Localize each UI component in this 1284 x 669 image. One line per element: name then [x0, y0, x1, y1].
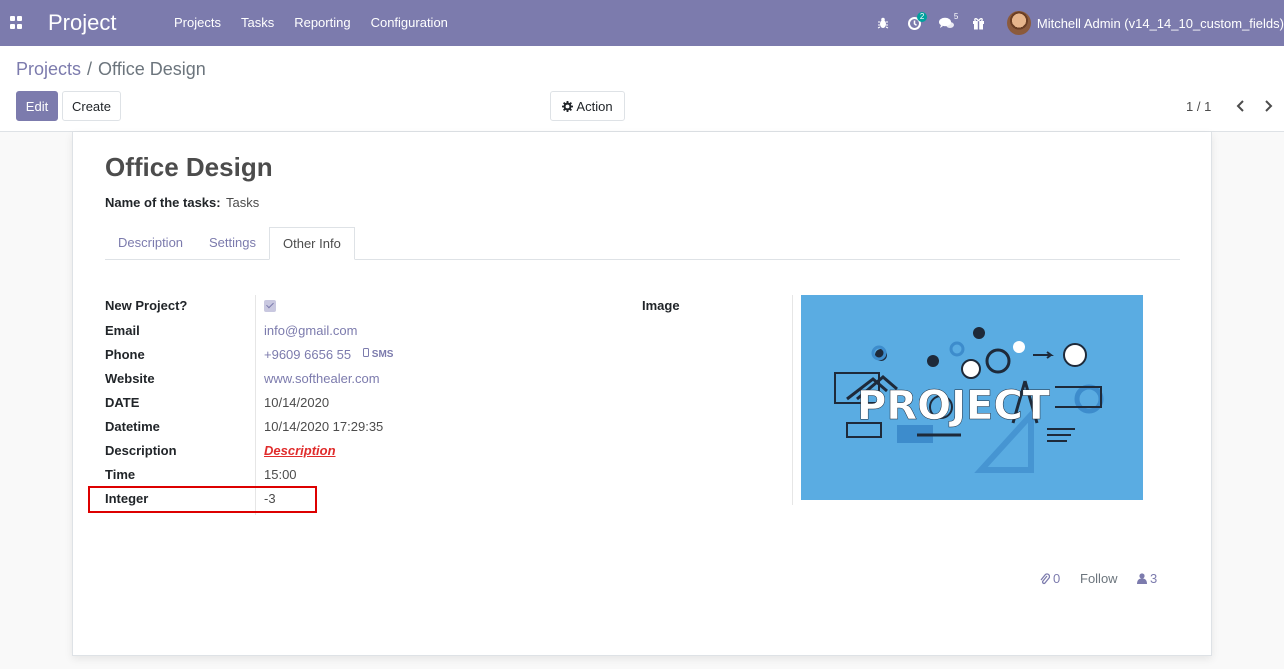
- datetime-label: Datetime: [105, 419, 160, 434]
- website-label: Website: [105, 371, 155, 386]
- edit-button[interactable]: Edit: [16, 91, 58, 121]
- label-value-divider: [255, 295, 256, 515]
- date-label: DATE: [105, 395, 140, 410]
- activity-clock-icon[interactable]: 2: [899, 0, 931, 46]
- top-navbar: Project Projects Tasks Reporting Configu…: [0, 0, 1284, 46]
- paperclip-icon: [1040, 572, 1050, 584]
- notebook-tabs: Description Settings Other Info: [105, 227, 1180, 260]
- datetime-value: 10/14/2020 17:29:35: [264, 419, 384, 434]
- menu-item-projects[interactable]: Projects: [164, 15, 231, 30]
- form-sheet: Office Design Name of the tasks: Tasks D…: [72, 132, 1212, 656]
- create-button[interactable]: Create: [62, 91, 121, 121]
- action-button[interactable]: Action: [550, 91, 625, 121]
- user-icon: [1137, 573, 1147, 584]
- messages-comments-icon[interactable]: 5: [931, 0, 963, 46]
- user-name: Mitchell Admin (v14_14_10_custom_fields): [1036, 15, 1284, 31]
- email-label: Email: [105, 323, 140, 338]
- gift-icon[interactable]: [963, 0, 995, 46]
- attachments-count: 0: [1053, 571, 1061, 586]
- menu-item-configuration[interactable]: Configuration: [361, 15, 458, 30]
- action-button-label: Action: [576, 98, 613, 114]
- image-divider: [792, 295, 793, 505]
- debug-bug-icon[interactable]: [867, 0, 899, 46]
- systray: 2 5 Mitchell Admin (v14_14_10_custom_fie…: [867, 0, 1284, 46]
- followers-count: 3: [1150, 571, 1158, 586]
- tab-other-info[interactable]: Other Info: [269, 227, 355, 260]
- activity-badge: 2: [916, 12, 928, 22]
- pager-value[interactable]: 1 / 1: [1186, 99, 1211, 114]
- main-menu: Projects Tasks Reporting Configuration: [164, 15, 458, 30]
- menu-item-reporting[interactable]: Reporting: [284, 15, 360, 30]
- followers-button[interactable]: 3: [1137, 571, 1157, 586]
- user-menu[interactable]: Mitchell Admin (v14_14_10_custom_fields): [995, 0, 1284, 46]
- tab-description[interactable]: Description: [105, 227, 196, 260]
- tab-settings[interactable]: Settings: [196, 227, 269, 260]
- control-panel: Projects / Office Design Edit Create Act…: [0, 46, 1284, 132]
- app-name[interactable]: Project: [48, 10, 116, 36]
- follow-button[interactable]: Follow: [1080, 571, 1118, 586]
- website-link[interactable]: www.softhealer.com: [264, 371, 380, 386]
- sms-button[interactable]: SMS: [363, 348, 393, 360]
- sms-button-label: SMS: [371, 349, 394, 360]
- apps-menu-icon[interactable]: [10, 16, 23, 29]
- gear-icon: [562, 100, 574, 112]
- pager-previous-chevron-icon[interactable]: [1233, 98, 1249, 114]
- user-avatar: [1006, 11, 1031, 35]
- email-link[interactable]: info@gmail.com: [264, 323, 357, 338]
- new-project-checkbox[interactable]: [264, 300, 276, 312]
- description-value: Description: [264, 443, 336, 458]
- record-title: Office Design: [105, 152, 273, 182]
- mobile-phone-icon: [363, 348, 369, 357]
- breadcrumb-projects-link[interactable]: Projects: [16, 59, 81, 80]
- pager-next-chevron-icon[interactable]: [1260, 98, 1276, 114]
- integer-highlight-box: [88, 486, 317, 513]
- description-label: Description: [105, 443, 177, 458]
- breadcrumb-current: Office Design: [98, 59, 206, 79]
- phone-link[interactable]: +9609 6656 55: [264, 347, 351, 362]
- time-label: Time: [105, 467, 136, 482]
- phone-label: Phone: [105, 347, 145, 362]
- date-value: 10/14/2020: [264, 395, 330, 410]
- breadcrumb: Projects / Office Design: [16, 59, 206, 80]
- tasks-name-value: Tasks: [226, 195, 260, 210]
- time-value: 15:00: [264, 467, 297, 482]
- tasks-name-label: Name of the tasks:: [105, 195, 221, 210]
- attachments-button[interactable]: 0: [1040, 571, 1060, 586]
- breadcrumb-separator: /: [87, 59, 93, 79]
- image-label: Image: [642, 298, 680, 313]
- project-illustration: PROJECT: [834, 327, 1104, 473]
- messages-badge: 5: [953, 12, 959, 21]
- new-project-label: New Project?: [105, 298, 188, 313]
- menu-item-tasks[interactable]: Tasks: [231, 15, 284, 30]
- project-image[interactable]: PROJECT: [801, 295, 1143, 500]
- project-image-text: PROJECT: [857, 383, 1051, 429]
